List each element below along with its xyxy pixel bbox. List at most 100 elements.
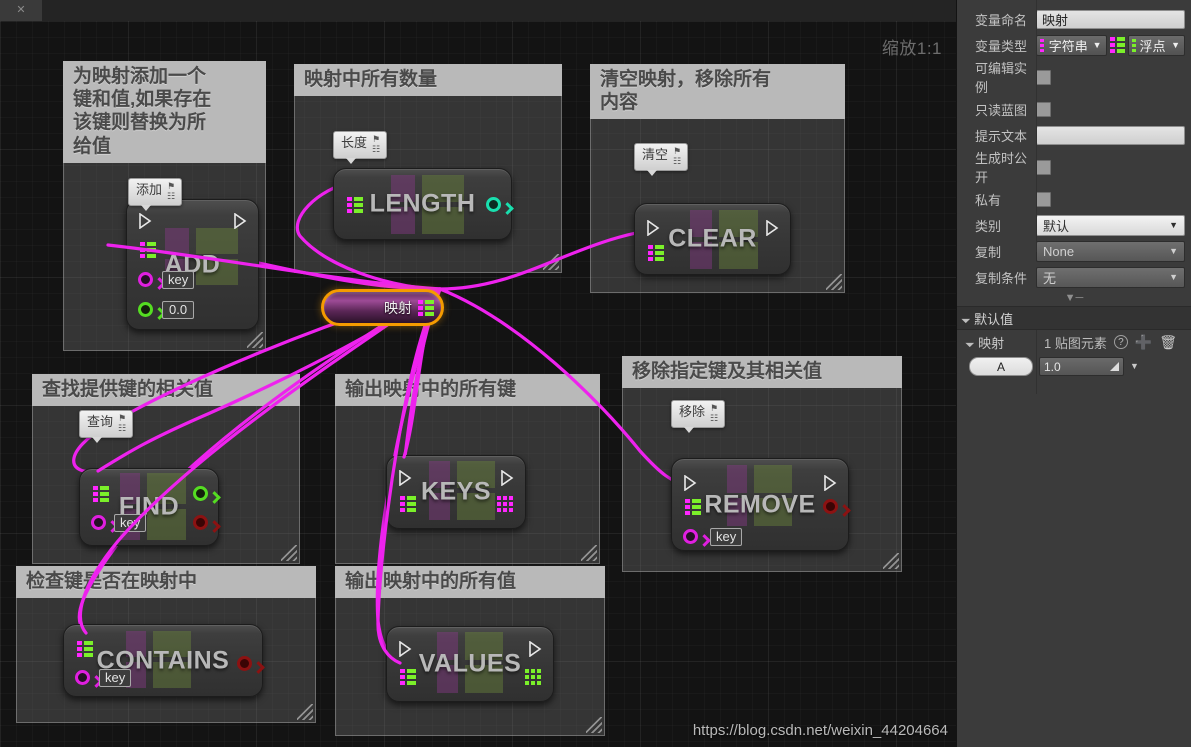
resize-handle-icon[interactable]	[281, 545, 297, 561]
badge-clear[interactable]: 清空 ⚑ ☷	[634, 143, 689, 176]
map-entry-value-input[interactable]: 1.0	[1039, 357, 1124, 376]
delete-icon[interactable]: 🗑	[1159, 335, 1177, 349]
chevron-down-icon[interactable]: ▼	[1171, 40, 1180, 50]
resize-handle-icon[interactable]	[883, 553, 899, 569]
length-output-pin[interactable]	[486, 197, 501, 212]
exec-output-pin[interactable]	[823, 475, 837, 491]
variable-name-input[interactable]: 映射	[1036, 9, 1185, 29]
watermark-text: https://blog.csdn.net/weixin_44204664	[692, 722, 948, 739]
editor-tab[interactable]: ✕	[0, 0, 42, 21]
map-input-pin[interactable]	[140, 242, 156, 258]
resize-handle-icon[interactable]	[247, 332, 263, 348]
exec-output-pin[interactable]	[500, 470, 514, 486]
node-ghost	[387, 456, 525, 528]
key-type-dropdown[interactable]: 字符串 ▼	[1036, 34, 1107, 56]
variable-node-map[interactable]: 映射	[321, 289, 444, 326]
resize-handle-icon[interactable]	[297, 704, 313, 720]
map-input-pin[interactable]	[400, 496, 416, 512]
close-icon[interactable]: ✕	[16, 5, 25, 16]
key-input-pin[interactable]	[683, 529, 698, 544]
chevron-down-icon[interactable]: ▼	[1093, 40, 1102, 50]
value-input-field[interactable]: 0.0	[162, 301, 195, 319]
label-expose-on-spawn: 生成时公开	[975, 151, 1028, 185]
blueprint-readonly-checkbox[interactable]	[1036, 101, 1051, 117]
value-output-pin[interactable]	[193, 486, 208, 501]
badge-label: 清空	[642, 147, 669, 162]
badge-add[interactable]: 添加 ⚑ ☷	[128, 178, 183, 211]
default-value-title: 默认值	[974, 311, 1014, 327]
map-input-pin[interactable]	[77, 641, 93, 657]
exec-input-pin[interactable]	[398, 641, 412, 657]
map-watermark-icon	[429, 461, 495, 520]
node-ghost	[80, 469, 218, 545]
help-icon[interactable]: ?	[1113, 335, 1128, 349]
node-remove[interactable]: REMOVE key	[671, 458, 849, 551]
spinner-icon[interactable]	[1110, 362, 1119, 371]
badge-find[interactable]: 查询 ⚑ ☷	[79, 410, 134, 443]
value-input-pin[interactable]	[138, 302, 153, 317]
badge-icons: ⚑ ☷	[118, 414, 126, 433]
chevron-down-icon[interactable]: ◢	[961, 313, 972, 324]
found-output-pin[interactable]	[193, 515, 208, 530]
node-clear[interactable]: CLEAR	[634, 203, 791, 275]
chevron-down-icon[interactable]: ▼	[1169, 246, 1178, 256]
expose-on-spawn-checkbox[interactable]	[1036, 159, 1051, 175]
contains-output-pin[interactable]	[237, 656, 252, 671]
node-find[interactable]: FIND key	[79, 468, 219, 546]
chevron-down-icon[interactable]: ▼	[1169, 220, 1178, 230]
node-length[interactable]: LENGTH	[333, 168, 512, 240]
replication-dropdown[interactable]: None ▼	[1036, 240, 1185, 262]
panel-collapse-toggle[interactable]: ▼─	[957, 290, 1191, 306]
map-container-icon[interactable]	[1109, 37, 1125, 53]
private-checkbox[interactable]	[1036, 191, 1051, 207]
badge-remove[interactable]: 移除 ⚑ ☷	[671, 400, 726, 433]
key-input-pin[interactable]	[91, 515, 106, 530]
key-input-pin[interactable]	[75, 670, 90, 685]
exec-output-pin[interactable]	[233, 213, 247, 229]
replication-condition-dropdown[interactable]: 无 ▼	[1036, 266, 1185, 288]
tooltip-input[interactable]	[1036, 125, 1185, 145]
comment-title: 输出映射中的所有键	[335, 374, 600, 407]
value-type-dropdown[interactable]: 浮点 ▼	[1127, 34, 1185, 56]
badge-tail-icon	[92, 437, 102, 443]
exec-output-pin[interactable]	[528, 641, 542, 657]
key-input-pin[interactable]	[138, 272, 153, 287]
map-input-pin[interactable]	[648, 245, 664, 261]
chevron-down-icon[interactable]: ▼	[1169, 272, 1178, 282]
category-dropdown[interactable]: 默认 ▼	[1036, 214, 1185, 236]
resize-handle-icon[interactable]	[581, 545, 597, 561]
map-input-pin[interactable]	[93, 486, 109, 502]
map-entry-key-input[interactable]: A	[969, 357, 1033, 376]
map-output-pin[interactable]	[418, 299, 434, 316]
badge-tail-icon	[647, 170, 657, 176]
removed-output-pin[interactable]	[823, 499, 838, 514]
map-input-pin[interactable]	[400, 669, 416, 685]
default-value-section-header[interactable]: ◢ 默认值	[957, 306, 1191, 330]
map-input-pin[interactable]	[685, 499, 701, 515]
exec-input-pin[interactable]	[398, 470, 412, 486]
blueprint-graph-canvas[interactable]: 缩放1:1 为映射添加一个 键和值,如果存在 该键则替换为所 给值 映射中所有数…	[0, 21, 956, 747]
node-keys[interactable]: KEYS	[386, 455, 526, 529]
resize-handle-icon[interactable]	[586, 717, 602, 733]
node-contains[interactable]: CONTAINS key	[63, 624, 263, 697]
value-type-value: 浮点	[1139, 38, 1166, 54]
badge-length[interactable]: 长度 ⚑ ☷	[333, 131, 388, 164]
values-array-output-pin[interactable]	[525, 669, 541, 685]
pin-icon: ⚑	[118, 413, 127, 423]
editable-instance-checkbox[interactable]	[1036, 69, 1051, 85]
label-editable-instance: 可编辑实例	[975, 61, 1028, 95]
chevron-down-icon[interactable]: ▼	[1130, 362, 1139, 371]
resize-handle-icon[interactable]	[543, 254, 559, 270]
keys-array-output-pin[interactable]	[497, 496, 513, 512]
chevron-down-icon[interactable]: ◢	[965, 337, 976, 348]
node-add[interactable]: ADD key 0.0	[126, 199, 259, 330]
exec-output-pin[interactable]	[765, 220, 779, 236]
exec-input-pin[interactable]	[683, 475, 697, 491]
exec-input-pin[interactable]	[646, 220, 660, 236]
exec-input-pin[interactable]	[138, 213, 152, 229]
resize-handle-icon[interactable]	[826, 274, 842, 290]
map-input-pin[interactable]	[347, 197, 363, 213]
label-private: 私有	[975, 192, 1002, 208]
node-values[interactable]: VALUES	[386, 626, 554, 702]
add-icon[interactable]: ➕	[1135, 335, 1152, 349]
